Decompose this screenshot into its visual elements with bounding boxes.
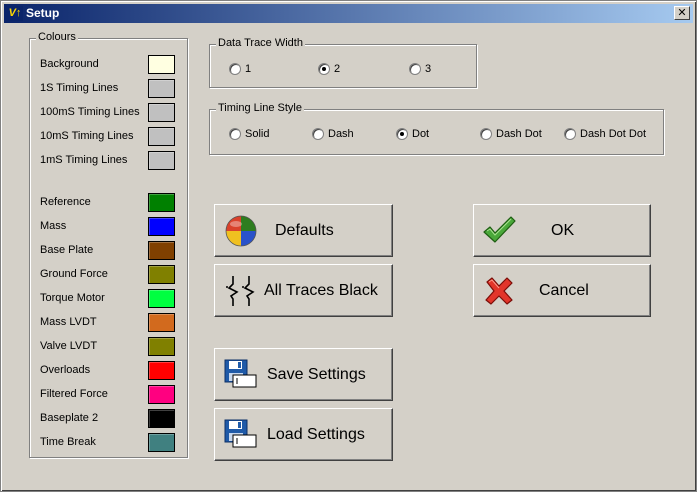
colour-row-10ms-timing[interactable]: 10mS Timing Lines bbox=[40, 127, 180, 147]
defaults-button[interactable]: Defaults bbox=[214, 204, 393, 257]
colour-label: 1S Timing Lines bbox=[40, 82, 119, 94]
colour-row-1ms-timing[interactable]: 1mS Timing Lines bbox=[40, 151, 180, 171]
data-trace-width-legend: Data Trace Width bbox=[216, 37, 305, 49]
save-settings-label: Save Settings bbox=[267, 366, 366, 383]
colour-row-mass[interactable]: Mass bbox=[40, 217, 180, 237]
check-mark-icon bbox=[482, 215, 516, 250]
colours-legend: Colours bbox=[36, 31, 78, 43]
colour-row-background[interactable]: Background bbox=[40, 55, 180, 75]
colour-swatch-reference[interactable] bbox=[148, 193, 175, 212]
colour-swatch-mass[interactable] bbox=[148, 217, 175, 236]
colour-label: 1mS Timing Lines bbox=[40, 154, 128, 166]
radio-label: Solid bbox=[245, 128, 270, 140]
cancel-label: Cancel bbox=[539, 282, 589, 299]
data-trace-width-group: Data Trace Width 1 2 3 bbox=[209, 37, 477, 88]
colour-swatch-valve-lvdt[interactable] bbox=[148, 337, 175, 356]
colour-label: Mass LVDT bbox=[40, 316, 97, 328]
colour-row-overloads[interactable]: Overloads bbox=[40, 361, 180, 381]
colour-label: Filtered Force bbox=[40, 388, 108, 400]
colour-label: Baseplate 2 bbox=[40, 412, 99, 424]
colour-swatch-background[interactable] bbox=[148, 55, 175, 74]
colour-swatch-1ms-timing[interactable] bbox=[148, 151, 175, 170]
title-bar[interactable]: V↑ Setup ✕ bbox=[4, 4, 693, 23]
load-settings-label: Load Settings bbox=[267, 426, 365, 443]
colour-label: 10mS Timing Lines bbox=[40, 130, 134, 142]
radio-circle[interactable] bbox=[480, 128, 492, 140]
black-traces-icon bbox=[224, 275, 258, 312]
radio-circle[interactable] bbox=[318, 63, 330, 75]
radio-circle[interactable] bbox=[396, 128, 408, 140]
color-wheel-icon bbox=[225, 215, 257, 252]
colour-swatch-overloads[interactable] bbox=[148, 361, 175, 380]
floppy-disk-load-icon bbox=[224, 419, 258, 454]
radio-label: 2 bbox=[334, 63, 341, 75]
colour-swatch-filtered-force[interactable] bbox=[148, 385, 175, 404]
radio-label: 3 bbox=[425, 63, 432, 75]
save-settings-button[interactable]: Save Settings bbox=[214, 348, 393, 401]
radio-circle[interactable] bbox=[564, 128, 576, 140]
colour-row-valve-lvdt[interactable]: Valve LVDT bbox=[40, 337, 180, 357]
colour-label: Ground Force bbox=[40, 268, 108, 280]
colour-swatch-baseplate-2[interactable] bbox=[148, 409, 175, 428]
colour-row-torque-motor[interactable]: Torque Motor bbox=[40, 289, 180, 309]
all-traces-black-button[interactable]: All Traces Black bbox=[214, 264, 393, 317]
radio-label: Dot bbox=[412, 128, 430, 140]
red-x-icon bbox=[484, 276, 514, 311]
colour-row-ground-force[interactable]: Ground Force bbox=[40, 265, 180, 285]
colour-label: Background bbox=[40, 58, 99, 70]
colour-swatch-100ms-timing[interactable] bbox=[148, 103, 175, 122]
colour-row-100ms-timing[interactable]: 100mS Timing Lines bbox=[40, 103, 180, 123]
colour-row-filtered-force[interactable]: Filtered Force bbox=[40, 385, 180, 405]
colour-row-time-break[interactable]: Time Break bbox=[40, 433, 180, 453]
cancel-button[interactable]: Cancel bbox=[473, 264, 651, 317]
app-icon: V↑ bbox=[7, 6, 23, 21]
colour-label: Base Plate bbox=[40, 244, 94, 256]
colour-swatch-base-plate[interactable] bbox=[148, 241, 175, 260]
radio-label: Dash Dot bbox=[496, 128, 542, 140]
timing-line-style-group: Timing Line Style Solid Dash Dot Dash Do… bbox=[209, 102, 664, 155]
colour-swatch-1s-timing[interactable] bbox=[148, 79, 175, 98]
colour-swatch-10ms-timing[interactable] bbox=[148, 127, 175, 146]
colour-row-mass-lvdt[interactable]: Mass LVDT bbox=[40, 313, 180, 333]
setup-window: V↑ Setup ✕ Colours Background 1S Timing … bbox=[0, 0, 697, 492]
colours-group: Colours Background 1S Timing Lines 100mS… bbox=[29, 31, 188, 458]
timing-line-style-legend: Timing Line Style bbox=[216, 102, 304, 114]
close-button[interactable]: ✕ bbox=[674, 6, 690, 20]
colour-label: Torque Motor bbox=[40, 292, 105, 304]
radio-circle[interactable] bbox=[312, 128, 324, 140]
colour-swatch-time-break[interactable] bbox=[148, 433, 175, 452]
colour-swatch-ground-force[interactable] bbox=[148, 265, 175, 284]
colour-row-reference[interactable]: Reference bbox=[40, 193, 180, 213]
colour-row-base-plate[interactable]: Base Plate bbox=[40, 241, 180, 261]
colour-swatch-torque-motor[interactable] bbox=[148, 289, 175, 308]
ok-label: OK bbox=[551, 222, 575, 239]
colour-label: 100mS Timing Lines bbox=[40, 106, 140, 118]
radio-circle[interactable] bbox=[409, 63, 421, 75]
radio-label: Dash Dot Dot bbox=[580, 128, 647, 140]
radio-circle[interactable] bbox=[229, 128, 241, 140]
colour-row-baseplate-2[interactable]: Baseplate 2 bbox=[40, 409, 180, 429]
floppy-disk-save-icon bbox=[224, 359, 258, 394]
radio-label: 1 bbox=[245, 63, 252, 75]
colour-label: Overloads bbox=[40, 364, 91, 376]
colour-label: Reference bbox=[40, 196, 91, 208]
colour-label: Time Break bbox=[40, 436, 96, 448]
ok-button[interactable]: OK bbox=[473, 204, 651, 257]
radio-circle[interactable] bbox=[229, 63, 241, 75]
colour-row-1s-timing[interactable]: 1S Timing Lines bbox=[40, 79, 180, 99]
defaults-label: Defaults bbox=[275, 222, 334, 239]
all-traces-black-label: All Traces Black bbox=[264, 282, 378, 299]
colour-label: Mass bbox=[40, 220, 67, 232]
window-title: Setup bbox=[26, 6, 60, 20]
colour-label: Valve LVDT bbox=[40, 340, 98, 352]
colour-swatch-mass-lvdt[interactable] bbox=[148, 313, 175, 332]
radio-label: Dash bbox=[328, 128, 354, 140]
load-settings-button[interactable]: Load Settings bbox=[214, 408, 393, 461]
